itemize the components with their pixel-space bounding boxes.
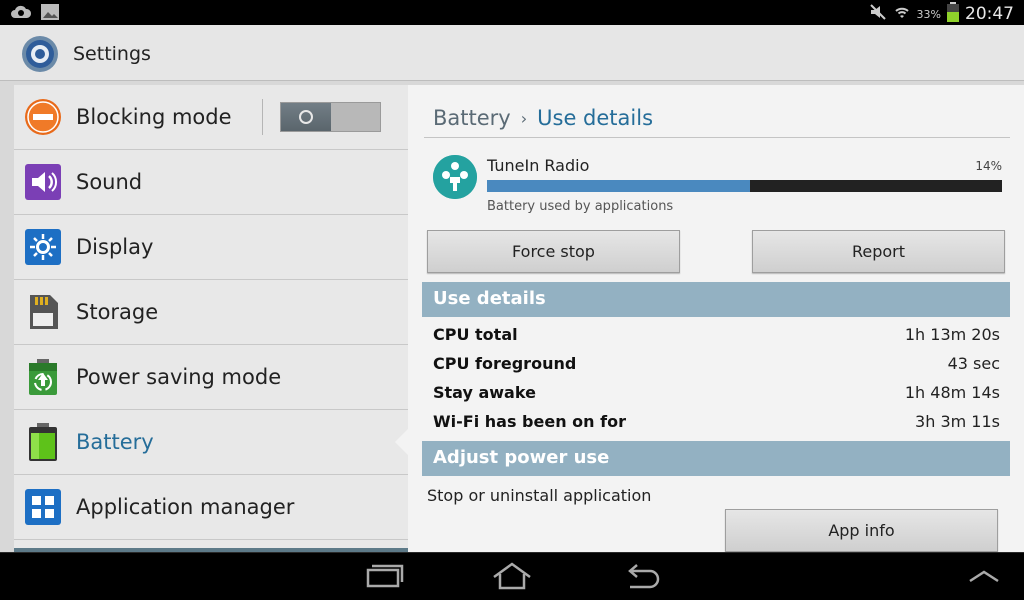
storage-icon	[24, 293, 62, 331]
sidebar-item-sound[interactable]: Sound	[14, 150, 408, 215]
recent-apps-icon[interactable]	[362, 561, 406, 591]
battery-usage-percent: 14%	[975, 159, 1002, 173]
action-bar: Settings	[0, 25, 1024, 81]
detail-label: Wi-Fi has been on for	[433, 412, 626, 431]
detail-value: 1h 48m 14s	[904, 383, 1000, 402]
breadcrumb-parent[interactable]: Battery	[433, 106, 511, 130]
blocking-mode-icon	[24, 98, 62, 136]
clock: 20:47	[965, 4, 1014, 24]
detail-row: CPU foreground 43 sec	[433, 350, 1000, 376]
tunein-radio-icon	[433, 155, 477, 199]
chevron-right-icon: ›	[520, 108, 528, 128]
selection-pointer	[395, 429, 408, 455]
status-bar: 33% 20:47	[0, 0, 1024, 25]
power-saving-icon	[24, 358, 62, 396]
content-area: Blocking mode Sound Display Storage Powe…	[0, 81, 1024, 556]
sidebar-item-display[interactable]: Display	[14, 215, 408, 280]
home-icon[interactable]	[490, 561, 534, 591]
battery-usage-bar-fill	[487, 180, 750, 192]
settings-sidebar: Blocking mode Sound Display Storage Powe…	[14, 85, 408, 556]
battery-usage-bar	[487, 180, 1002, 192]
sidebar-item-battery[interactable]: Battery	[14, 410, 408, 475]
adjust-power-use-text: Stop or uninstall application	[427, 486, 652, 505]
battery-usage-caption: Battery used by applications	[487, 199, 674, 214]
battery-status-icon	[947, 2, 959, 26]
sidebar-item-label: Power saving mode	[76, 365, 282, 389]
blocking-mode-toggle[interactable]	[280, 102, 381, 132]
detail-row: CPU total 1h 13m 20s	[433, 321, 1000, 347]
divider	[424, 137, 1010, 138]
sidebar-item-label: Sound	[76, 170, 143, 194]
wifi-icon	[893, 4, 911, 24]
detail-value: 3h 3m 11s	[915, 412, 1000, 431]
sidebar-item-storage[interactable]: Storage	[14, 280, 408, 345]
detail-label: Stay awake	[433, 383, 536, 402]
mute-icon	[869, 3, 887, 25]
sidebar-item-label: Storage	[76, 300, 159, 324]
gallery-notification-icon	[40, 3, 60, 25]
detail-label: CPU foreground	[433, 354, 577, 373]
breadcrumb-current: Use details	[537, 106, 654, 130]
detail-row: Stay awake 1h 48m 14s	[433, 379, 1000, 405]
adjust-power-use-header: Adjust power use	[422, 441, 1010, 476]
sidebar-item-label: Application manager	[76, 495, 295, 519]
display-icon	[24, 228, 62, 266]
sidebar-item-label: Display	[76, 235, 154, 259]
sidebar-item-power-saving-mode[interactable]: Power saving mode	[14, 345, 408, 410]
settings-gear-icon[interactable]	[20, 34, 60, 74]
sidebar-item-blocking-mode[interactable]: Blocking mode	[14, 85, 408, 150]
sidebar-item-application-manager[interactable]: Application manager	[14, 475, 408, 540]
detail-value: 1h 13m 20s	[904, 325, 1000, 344]
sidebar-item-label: Blocking mode	[76, 105, 232, 129]
details-pane: Battery › Use details TuneIn Radio 14% B…	[408, 85, 1024, 552]
battery-percent: 33%	[916, 7, 941, 21]
app-name: TuneIn Radio	[487, 156, 590, 175]
application-manager-icon	[24, 488, 62, 526]
detail-row: Wi-Fi has been on for 3h 3m 11s	[433, 408, 1000, 434]
sound-icon	[24, 163, 62, 201]
breadcrumb: Battery › Use details	[433, 106, 653, 130]
force-stop-button[interactable]: Force stop	[427, 230, 680, 273]
toggle-divider	[262, 99, 263, 135]
detail-value: 43 sec	[947, 354, 1000, 373]
battery-icon	[24, 423, 62, 461]
app-info-button[interactable]: App info	[725, 509, 998, 552]
toggle-knob	[281, 103, 331, 131]
page-title: Settings	[73, 43, 151, 65]
cloud-sync-icon	[10, 3, 32, 25]
use-details-header: Use details	[422, 282, 1010, 317]
navigation-bar	[0, 552, 1024, 600]
back-icon[interactable]	[620, 561, 664, 591]
report-button[interactable]: Report	[752, 230, 1005, 273]
chevron-up-icon[interactable]	[962, 561, 1006, 591]
detail-label: CPU total	[433, 325, 518, 344]
sidebar-item-label: Battery	[76, 430, 154, 454]
